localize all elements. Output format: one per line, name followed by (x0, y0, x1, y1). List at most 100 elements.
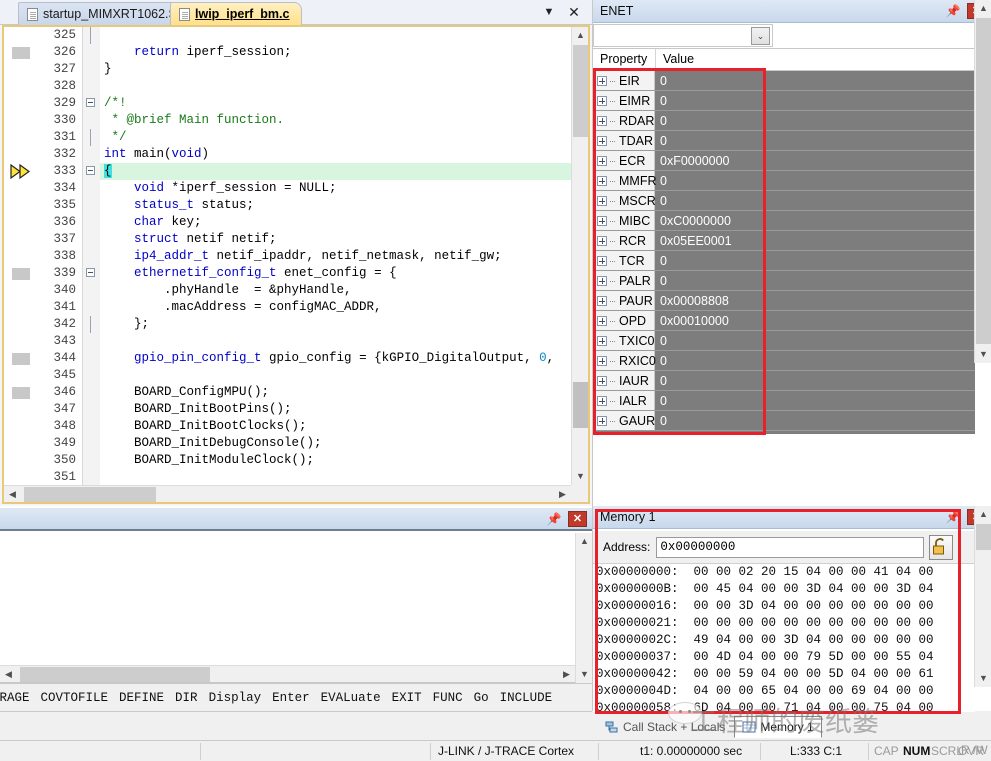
command-keyword[interactable]: FUNC (433, 691, 463, 705)
lock-icon[interactable] (929, 534, 954, 560)
breakpoint-marker[interactable] (12, 268, 30, 280)
register-row[interactable]: ··· PALR 0 (593, 271, 975, 291)
fold-marker[interactable] (83, 163, 100, 180)
register-row[interactable]: ··· MIBC 0xC0000000 (593, 211, 975, 231)
code-line[interactable]: void *iperf_session = NULL; (100, 180, 571, 197)
register-row[interactable]: ··· TCR 0 (593, 251, 975, 271)
chevron-down-icon[interactable]: ⌄ (751, 27, 770, 45)
breakpoint-gutter[interactable] (4, 27, 36, 485)
code-folding-gutter[interactable] (82, 27, 100, 485)
code-line[interactable]: BOARD_InitDebugConsole(); (100, 435, 571, 452)
register-row[interactable]: ··· MMFR 0 (593, 171, 975, 191)
output-vertical-scrollbar[interactable]: ▲ ▼ (575, 533, 593, 683)
memory-address-input[interactable]: 0x00000000 (656, 536, 925, 558)
code-line[interactable]: } (100, 61, 571, 78)
plus-box-icon[interactable] (597, 95, 607, 106)
code-line[interactable]: int main(void) (100, 146, 571, 163)
memory-row[interactable]: 0x00000042: 00 00 59 04 00 00 5D 04 00 0… (596, 666, 975, 683)
register-row[interactable]: ··· TDAR 0 (593, 131, 975, 151)
register-value-cell[interactable]: 0x05EE0001 (655, 231, 975, 250)
register-value-cell[interactable]: 0 (655, 391, 975, 410)
memory-row[interactable]: 0x0000002C: 49 04 00 00 3D 04 00 00 00 0… (596, 632, 975, 649)
plus-box-icon[interactable] (597, 235, 607, 246)
register-row[interactable]: ··· RXIC0 0 (593, 351, 975, 371)
pin-icon[interactable]: 📌 (945, 509, 961, 525)
plus-box-icon[interactable] (597, 355, 607, 366)
scrollbar-thumb[interactable] (24, 487, 156, 502)
editor-tab-startup[interactable]: startup_MIMXRT1062.S (18, 2, 190, 25)
plus-box-icon[interactable] (597, 295, 607, 306)
plus-box-icon[interactable] (597, 335, 607, 346)
code-line[interactable]: .phyHandle = &phyHandle, (100, 282, 571, 299)
code-line[interactable] (100, 27, 571, 44)
code-line[interactable]: BOARD_ConfigMPU(); (100, 384, 571, 401)
scroll-up-icon[interactable]: ▲ (576, 533, 593, 550)
register-value-cell[interactable]: 0xF0000000 (655, 151, 975, 170)
memory-row[interactable]: 0x00000000: 00 00 02 20 15 04 00 00 41 0… (596, 564, 975, 581)
memory-row[interactable]: 0x0000000B: 00 45 04 00 00 3D 04 00 00 3… (596, 581, 975, 598)
register-row[interactable]: ··· MSCR 0 (593, 191, 975, 211)
command-keyword[interactable]: EXIT (392, 691, 422, 705)
scroll-up-icon[interactable]: ▲ (975, 0, 991, 17)
register-value-cell[interactable]: 0 (655, 71, 975, 90)
register-row[interactable]: ··· GAUR 0 (593, 411, 975, 431)
command-keyword[interactable]: DIR (175, 691, 198, 705)
plus-box-icon[interactable] (597, 215, 607, 226)
register-value-cell[interactable]: 0 (655, 91, 975, 110)
register-row[interactable]: ··· OPD 0x00010000 (593, 311, 975, 331)
scroll-up-icon[interactable]: ▲ (975, 506, 991, 523)
code-line[interactable]: return iperf_session; (100, 44, 571, 61)
enet-vertical-scrollbar[interactable]: ▲ ▼ (974, 0, 991, 363)
close-icon[interactable]: ✕ (568, 511, 587, 527)
memory-row[interactable]: 0x00000037: 00 4D 04 00 00 79 5D 00 00 5… (596, 649, 975, 666)
output-text-area[interactable]: ▲ ▼ ◀ ▶ (0, 533, 593, 683)
memory-row[interactable]: 0x00000021: 00 00 00 00 00 00 00 00 00 0… (596, 615, 975, 632)
scroll-down-icon[interactable]: ▼ (975, 346, 991, 363)
register-value-cell[interactable]: 0xC0000000 (655, 211, 975, 230)
register-row[interactable]: ··· IALR 0 (593, 391, 975, 411)
memory-vertical-scrollbar[interactable]: ▲ ▼ (974, 506, 991, 687)
register-value-cell[interactable]: 0 (655, 411, 975, 430)
register-value-cell[interactable]: 0 (655, 331, 975, 350)
tab-call-stack-locals[interactable]: Call Stack + Locals (598, 716, 732, 738)
code-line[interactable]: * @brief Main function. (100, 112, 571, 129)
scrollbar-thumb[interactable] (976, 18, 991, 344)
scroll-right-icon[interactable]: ▶ (558, 666, 575, 683)
code-line[interactable]: ethernetif_config_t enet_config = { (100, 265, 571, 282)
plus-box-icon[interactable] (597, 275, 607, 286)
code-line[interactable]: BOARD_InitBootPins(); (100, 401, 571, 418)
plus-box-icon[interactable] (597, 255, 607, 266)
register-value-cell[interactable]: 0 (655, 111, 975, 130)
command-keyword[interactable]: ERAGE (0, 691, 30, 705)
code-line[interactable]: gpio_pin_config_t gpio_config = {kGPIO_D… (100, 350, 571, 367)
plus-box-icon[interactable] (597, 415, 607, 426)
register-row[interactable]: ··· TXIC0 0 (593, 331, 975, 351)
plus-box-icon[interactable] (597, 375, 607, 386)
source-code[interactable]: return iperf_session;} /*! * @brief Main… (100, 27, 571, 485)
plus-box-icon[interactable] (597, 155, 607, 166)
memory-row[interactable]: 0x00000016: 00 00 3D 04 00 00 00 00 00 0… (596, 598, 975, 615)
memory-row[interactable]: 0x0000004D: 04 00 00 65 04 00 00 69 04 0… (596, 683, 975, 700)
plus-box-icon[interactable] (597, 75, 607, 86)
scrollbar-thumb[interactable] (20, 667, 210, 682)
close-icon[interactable]: ✕ (566, 4, 582, 20)
code-line[interactable]: .macAddress = configMAC_ADDR, (100, 299, 571, 316)
register-value-cell[interactable]: 0 (655, 271, 975, 290)
chevron-down-icon[interactable]: ▼ (541, 5, 557, 21)
register-value-cell[interactable]: 0 (655, 251, 975, 270)
command-keyword[interactable]: DEFINE (119, 691, 164, 705)
code-line[interactable]: */ (100, 129, 571, 146)
plus-box-icon[interactable] (597, 135, 607, 146)
tab-memory-1[interactable]: Memory 1 (734, 716, 822, 738)
code-line[interactable]: BOARD_InitModuleClock(); (100, 452, 571, 469)
register-row[interactable]: ··· ECR 0xF0000000 (593, 151, 975, 171)
scrollbar-thumb-secondary[interactable] (573, 382, 588, 428)
register-row[interactable]: ··· EIR 0 (593, 71, 975, 91)
scroll-down-icon[interactable]: ▼ (572, 468, 588, 485)
editor-horizontal-scrollbar[interactable]: ◀ ▶ (4, 485, 571, 502)
pin-icon[interactable]: 📌 (546, 511, 562, 527)
column-divider[interactable] (655, 49, 656, 71)
code-line[interactable] (100, 469, 571, 485)
register-value-cell[interactable]: 0 (655, 171, 975, 190)
breakpoint-marker[interactable] (12, 353, 30, 365)
